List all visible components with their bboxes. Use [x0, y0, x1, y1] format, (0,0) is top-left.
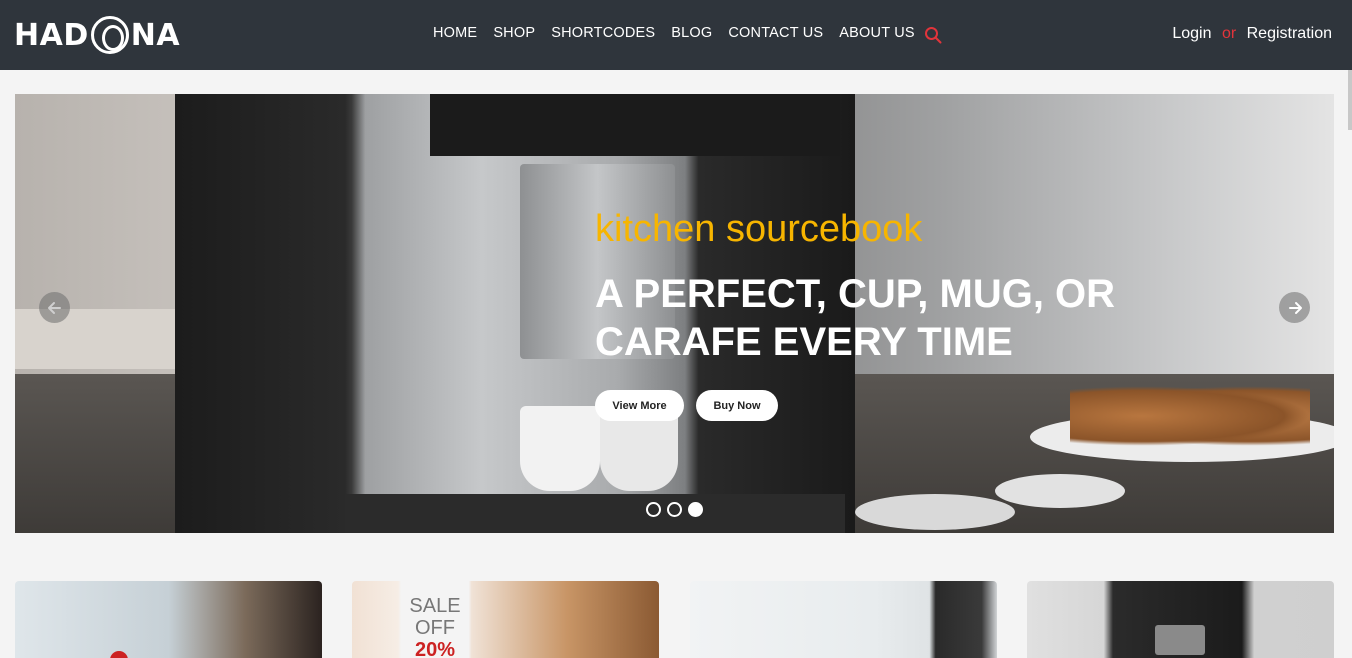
- login-link[interactable]: Login: [1172, 25, 1211, 42]
- hero-cup-left: [520, 406, 600, 491]
- site-header: HAD NA HOME SHOP SHORTCODES BLOG CONTACT…: [0, 0, 1352, 70]
- logo-text-left: HAD: [14, 17, 89, 53]
- logo-text-right: NA: [130, 17, 181, 53]
- promo-card-4-machine-panel: [1155, 625, 1205, 655]
- arrow-right-icon[interactable]: [1279, 292, 1310, 323]
- nav-shortcodes[interactable]: SHORTCODES: [551, 25, 655, 41]
- promo-card-3[interactable]: [690, 581, 997, 658]
- hero-drip-tray: [345, 494, 845, 533]
- slider-dots: [646, 502, 703, 517]
- nav-blog[interactable]: BLOG: [671, 25, 712, 41]
- hero-headline: A PERFECT, CUP, MUG, OR CARAFE EVERY TIM…: [595, 272, 1116, 364]
- hero-subtitle: kitchen sourcebook: [595, 208, 923, 250]
- or-separator: or: [1221, 25, 1237, 42]
- registration-link[interactable]: Registration: [1247, 25, 1332, 42]
- promo-card-1[interactable]: [15, 581, 322, 658]
- nav-about-us[interactable]: ABOUT US: [839, 25, 914, 41]
- logo-ring-icon: [90, 16, 129, 54]
- promo-card-4[interactable]: [1027, 581, 1334, 658]
- hero-bg-shelf: [15, 309, 190, 369]
- arrow-left-icon[interactable]: [39, 292, 70, 323]
- sale-line-1: SALE: [409, 595, 461, 617]
- slider-dot-1[interactable]: [646, 502, 661, 517]
- hero-slider: kitchen sourcebook A PERFECT, CUP, MUG, …: [15, 94, 1334, 533]
- nav-contact-us[interactable]: CONTACT US: [728, 25, 823, 41]
- page-scrollbar[interactable]: [1348, 70, 1352, 130]
- slider-dot-2[interactable]: [667, 502, 682, 517]
- sale-line-2: OFF: [415, 617, 455, 639]
- nav-shop[interactable]: SHOP: [493, 25, 535, 41]
- promo-card-1-accent: [110, 651, 128, 658]
- hero-pastries: [1070, 386, 1310, 446]
- promo-card-2[interactable]: SALE OFF 20%: [352, 581, 659, 658]
- buy-now-button[interactable]: Buy Now: [696, 390, 778, 421]
- site-logo[interactable]: HAD NA: [14, 15, 180, 55]
- hero-saucer: [855, 494, 1015, 530]
- view-more-button[interactable]: View More: [595, 390, 684, 421]
- main-nav: HOME SHOP SHORTCODES BLOG CONTACT US ABO…: [433, 25, 915, 41]
- hero-saucer: [995, 474, 1125, 508]
- search-icon[interactable]: [924, 26, 942, 44]
- slider-dot-3[interactable]: [688, 502, 703, 517]
- nav-home[interactable]: HOME: [433, 25, 477, 41]
- sale-percent: 20%: [414, 639, 456, 658]
- hero-machine-display: [430, 94, 840, 156]
- sale-label: SALE OFF: [400, 595, 470, 639]
- auth-links: Login or Registration: [1172, 25, 1332, 43]
